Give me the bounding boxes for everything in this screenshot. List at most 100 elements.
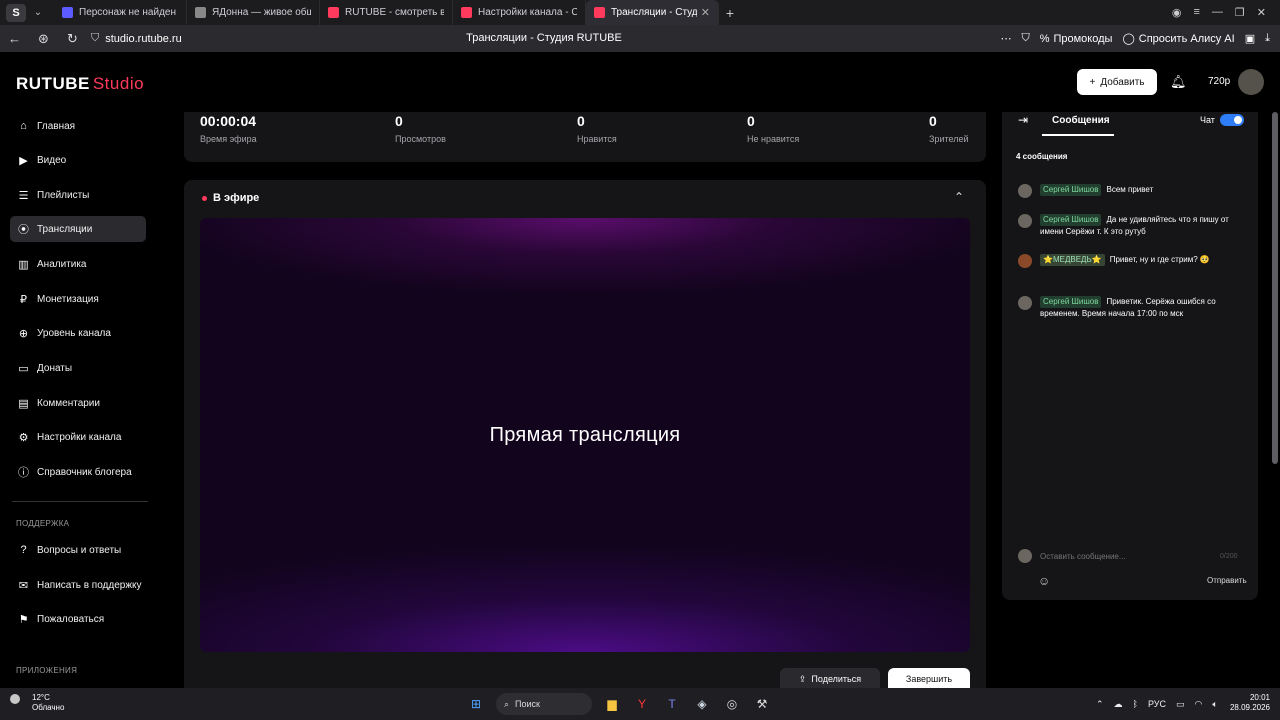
gear-icon: ⚙ xyxy=(18,431,29,444)
analytics-icon: ▥ xyxy=(18,258,29,271)
message-author[interactable]: ⭐МЕДВЕДЬ⭐ xyxy=(1040,254,1105,266)
sidebar-item-analytics[interactable]: ▥ Аналитика xyxy=(10,251,146,277)
tab-messages[interactable]: Сообщения xyxy=(1052,115,1110,126)
emoji-icon[interactable]: ☺ xyxy=(1038,574,1050,588)
playlist-icon: ☰ xyxy=(18,189,29,202)
browser-tab-active[interactable]: Трансляции - Студия R ✕ xyxy=(586,0,719,25)
bluetooth-icon[interactable]: ᛒ xyxy=(1133,699,1138,709)
alice-button[interactable]: ◯ Спросить Алису AI xyxy=(1122,32,1234,46)
stat-airtime: 00:00:04 Время эфира xyxy=(200,113,257,144)
faq-icon: ? xyxy=(20,544,27,556)
language-indicator[interactable]: РУС xyxy=(1148,699,1166,709)
chat-toggle-label: Чат xyxy=(1200,115,1215,125)
tab-favicon-icon xyxy=(62,7,73,18)
wifi-icon[interactable]: ◠ xyxy=(1195,699,1203,710)
message-author[interactable]: Сергей Шишов xyxy=(1040,184,1102,196)
money-icon: ₽ xyxy=(20,293,27,306)
level-icon: ⊕ xyxy=(18,327,29,340)
sidebar-item-home[interactable]: ⌂ Главная xyxy=(10,113,146,139)
message-author[interactable]: Сергей Шишов xyxy=(1040,296,1102,308)
browser-app-icon[interactable]: S xyxy=(6,3,26,22)
close-window-icon[interactable]: ✕ xyxy=(1257,6,1266,19)
restore-icon[interactable]: ❐ xyxy=(1235,6,1245,19)
yandex-browser-icon[interactable]: Y xyxy=(632,694,652,714)
sidebar-item-guide[interactable]: ⓘ Справочник блогера xyxy=(10,459,146,485)
browser-tab[interactable]: Персонаж не найден | W xyxy=(54,0,187,25)
sidebar-item-write-support[interactable]: ✉ Написать в поддержку xyxy=(10,572,146,598)
sidebar-item-comments[interactable]: ▤ Комментарии xyxy=(10,390,146,416)
sidebar-item-channel-settings[interactable]: ⚙ Настройки канала xyxy=(10,424,146,450)
taskbar-clock[interactable]: 20:01 28.09.2026 xyxy=(1226,693,1270,713)
windows-start-icon[interactable]: ⊞ xyxy=(466,694,486,714)
send-button[interactable]: Отправить xyxy=(1207,576,1247,585)
apps-section-title: ПРИЛОЖЕНИЯ xyxy=(16,666,78,675)
sidebar-item-monetization[interactable]: ₽ Монетизация xyxy=(10,286,146,312)
teams-icon[interactable]: T xyxy=(662,694,682,714)
chevron-down-icon[interactable]: ⌄ xyxy=(30,4,46,22)
chevron-up-icon[interactable]: ⌃ xyxy=(954,190,964,204)
browser-tab[interactable]: Настройки канала - Студ xyxy=(453,0,586,25)
steam-icon[interactable]: ◈ xyxy=(692,694,712,714)
taskbar-apps: ⊞ ⌕ Поиск ▆ Y T ◈ ◎ ⚒ xyxy=(466,688,772,720)
browser-tab[interactable]: ЯДонна — живое общ xyxy=(187,0,320,25)
monitor-icon[interactable]: ▭ xyxy=(1176,699,1185,710)
network-icon[interactable]: ☁ xyxy=(1114,699,1123,710)
taskbar: 12°C Облачно ⊞ ⌕ Поиск ▆ Y T ◈ ◎ ⚒ ⌃ ☁ ᛒ … xyxy=(0,688,1280,720)
message-author[interactable]: Сергей Шишов xyxy=(1040,214,1102,226)
tab-favicon-icon xyxy=(195,7,206,18)
chat-message: ⭐МЕДВЕДЬ⭐ Привет, ну и где стрим? 🥺 xyxy=(1018,254,1238,268)
bell-icon[interactable]: 🔔︎ xyxy=(1170,74,1187,90)
sidebar-item-playlists[interactable]: ☰ Плейлисты xyxy=(10,182,146,208)
end-broadcast-button[interactable]: Завершить xyxy=(888,668,970,690)
profile-icon[interactable]: ◉ xyxy=(1172,6,1182,19)
video-icon: ▶ xyxy=(19,154,28,167)
stat-dislikes: 0 Не нравится xyxy=(747,113,800,144)
sidebar-item-video[interactable]: ▶ Видео xyxy=(10,147,146,173)
file-explorer-icon[interactable]: ▆ xyxy=(602,694,622,714)
sidebar-item-level[interactable]: ⊕ Уровень канала xyxy=(10,320,146,346)
tray-expand-icon[interactable]: ⌃ xyxy=(1096,699,1104,710)
volume-icon[interactable]: 🔈︎ xyxy=(1212,699,1217,710)
alice-icon: ◯ xyxy=(1122,33,1135,45)
stat-likes: 0 Нравится xyxy=(577,113,617,144)
weather-widget[interactable]: 12°C Облачно xyxy=(32,693,64,713)
tab-indicator xyxy=(1042,134,1114,136)
download-icon[interactable]: ⤓ xyxy=(1265,32,1270,45)
share-button[interactable]: ⇪ Поделиться xyxy=(780,668,880,690)
rutube-studio-logo[interactable]: RUTUBE Studio xyxy=(16,74,144,94)
taskbar-search[interactable]: ⌕ Поиск xyxy=(496,693,592,715)
studio-header: RUTUBE Studio + Добавить 🔔︎ 720p xyxy=(0,52,1280,112)
sidebar-item-donates[interactable]: ▭ Донаты xyxy=(10,355,146,381)
system-tray: ⌃ ☁ ᛒ РУС ▭ ◠ 🔈︎ xyxy=(1096,688,1218,720)
close-tab-icon[interactable]: ✕ xyxy=(701,6,710,19)
app-icon[interactable]: ⚒ xyxy=(752,694,772,714)
collections-icon[interactable]: ▣ xyxy=(1245,32,1255,45)
obs-icon[interactable]: ◎ xyxy=(722,694,742,714)
browser-tab[interactable]: RUTUBE - смотреть виде xyxy=(320,0,453,25)
message-input[interactable] xyxy=(1040,552,1210,561)
video-player[interactable]: Прямая трансляция xyxy=(200,218,970,652)
collapse-panel-icon[interactable]: ⇥ xyxy=(1018,113,1028,127)
stat-viewers: 0 Зрителей xyxy=(929,113,969,144)
tab-favicon-icon xyxy=(594,7,605,18)
avatar[interactable] xyxy=(1238,69,1264,95)
sidebar-item-broadcasts[interactable]: ⦿ Трансляции xyxy=(10,216,146,242)
broadcast-icon: ⦿ xyxy=(18,224,29,236)
sidebar: ⌂ Главная ▶ Видео ☰ Плейлисты ⦿ Трансляции ▥… xyxy=(0,112,160,688)
plus-icon: + xyxy=(1089,76,1096,88)
sidebar-divider xyxy=(12,501,148,502)
new-tab-icon[interactable]: + xyxy=(719,5,741,21)
sidebar-item-report[interactable]: ⚑ Пожаловаться xyxy=(10,606,146,632)
minimize-icon[interactable]: — xyxy=(1212,6,1223,19)
guide-icon: ⓘ xyxy=(18,467,29,479)
chat-toggle[interactable] xyxy=(1220,114,1244,126)
quality-label[interactable]: 720p xyxy=(1208,76,1230,87)
add-button[interactable]: + Добавить xyxy=(1077,69,1157,95)
window-controls: ◉ ≡ — ❐ ✕ xyxy=(1172,6,1280,19)
report-icon: ⚑ xyxy=(18,613,29,626)
avatar xyxy=(1018,296,1032,310)
support-icon: ✉ xyxy=(18,579,29,592)
menu-icon[interactable]: ≡ xyxy=(1193,6,1199,19)
page-scrollbar[interactable] xyxy=(1272,112,1278,464)
sidebar-item-faq[interactable]: ? Вопросы и ответы xyxy=(10,537,146,563)
